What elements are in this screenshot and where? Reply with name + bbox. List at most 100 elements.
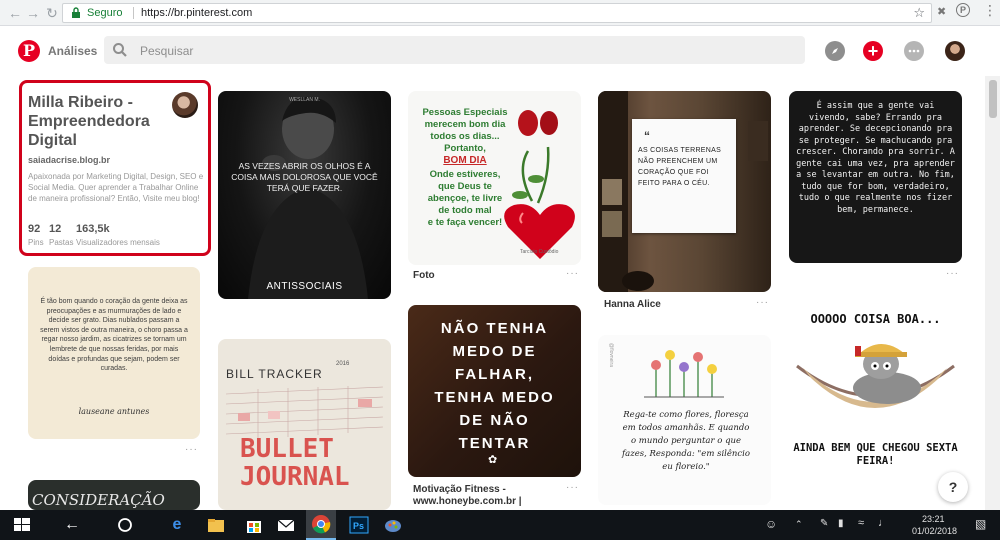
pin-caption[interactable]: Hanna Alice [604, 299, 661, 310]
paper-note: “ AS COISAS TERRENAS NÃO PREENCHEM UM CO… [632, 119, 736, 233]
notifications-icon[interactable]: ▧ [975, 517, 986, 531]
file-explorer-icon[interactable] [204, 514, 228, 536]
stat-boards-label: Pastas [49, 238, 74, 247]
edge-browser-icon[interactable]: e [165, 514, 189, 536]
pin-line: de todo mal [438, 205, 492, 216]
pin-flores[interactable]: @flovneira Rega-te como flores, floresça… [598, 335, 771, 505]
pin-line: Onde estiveres, [429, 169, 501, 180]
pin-line: merecem bom dia [424, 119, 506, 130]
page-scrollbar[interactable] [985, 76, 1000, 510]
profile-card[interactable]: Milla Ribeiro - Empreendedora Digital sa… [19, 80, 211, 256]
pin-line: DE NÃO [459, 412, 530, 429]
url-text[interactable]: https://br.pinterest.com [141, 7, 252, 19]
windows-start-icon[interactable] [10, 514, 34, 536]
pen-icon[interactable]: ✎ [820, 518, 828, 529]
forward-icon[interactable]: → [24, 4, 42, 22]
pin-text: Rega-te como flores, floresça em todos a… [622, 410, 750, 472]
pin-antissociais[interactable]: AS VEZES ABRIR OS OLHOS É A COISA MAIS D… [218, 91, 391, 299]
search-icon [113, 43, 127, 57]
pin-bottom-text: AINDA BEM QUE CHEGOU SEXTA FEIRA! [793, 442, 958, 467]
pinterest-extension-icon[interactable]: P [956, 3, 970, 17]
menu-icon[interactable]: ⋮ [983, 2, 997, 19]
pin-consideracao[interactable]: CONSIDERAÇÃO [28, 480, 200, 510]
pin-more-options-icon[interactable]: ··· [566, 482, 579, 493]
stat-viewers-value: 163,5k [76, 223, 110, 235]
pin-line: todos os dias... [430, 131, 500, 142]
pin-line: que Deus te [438, 181, 492, 192]
store-icon[interactable] [242, 514, 266, 536]
pin-rosas-bom-dia[interactable]: Pessoas Especiais merecem bom dia todos … [408, 91, 581, 265]
profile-name[interactable]: Milla Ribeiro - Empreendedora Digital [28, 93, 168, 150]
windows-taskbar: ← e Ps ☺ ⌃ ✎ ▮ ≈ ♩ 23:21 01/02/2018 ▧ [0, 510, 1000, 540]
chrome-taskbar-button[interactable] [306, 510, 336, 540]
messages-icon[interactable] [904, 41, 924, 61]
pin-line: FALHAR, [455, 366, 534, 383]
back-arrow-icon[interactable]: ← [60, 514, 84, 536]
svg-text:Ps: Ps [353, 521, 364, 531]
pin-text: É tão bom quando o coração da gente deix… [40, 298, 188, 373]
pin-text: CONSIDERAÇÃO [32, 491, 165, 509]
clock-date[interactable]: 01/02/2018 [912, 526, 957, 536]
help-button[interactable]: ? [938, 472, 968, 502]
pin-text: É assim que a gente vai vivendo, sabe? E… [796, 101, 955, 215]
pin-title: BILL TRACKER [226, 367, 323, 381]
pin-coisas-terrenas[interactable]: “ AS COISAS TERRENAS NÃO PREENCHEM UM CO… [598, 91, 771, 292]
extension-icon[interactable]: ✖ [937, 5, 946, 18]
pin-line: MEDO DE [452, 343, 537, 360]
pin-text: AS COISAS TERRENAS NÃO PREENCHEM UM CORA… [638, 147, 722, 187]
photoshop-icon[interactable]: Ps [347, 514, 371, 536]
volume-icon[interactable]: ♩ [878, 517, 889, 529]
browser-toolbar: ← → ↻ Seguro https://br.pinterest.com ☆ … [0, 0, 1000, 26]
add-pin-icon[interactable]: + [863, 41, 883, 61]
pin-text: AS VEZES ABRIR OS OLHOS É A COISA MAIS D… [231, 161, 378, 193]
scrollbar-thumb[interactable] [989, 80, 997, 118]
mail-icon[interactable] [274, 514, 298, 536]
explore-compass-icon[interactable] [825, 41, 845, 61]
stat-viewers-label: Visualizadores mensais [76, 238, 160, 247]
pin-bullet-journal[interactable]: BILL TRACKER 2016 BULLET JOURNAL [218, 339, 391, 510]
people-icon[interactable]: ☺ [765, 517, 777, 531]
pin-nao-tenha-medo[interactable]: NÃO TENHA MEDO DE FALHAR, TENHA MEDO DE … [408, 305, 581, 477]
lock-icon [72, 7, 80, 18]
pin-caption[interactable]: Motivação Fitness - www.honeybe.com.br | [413, 484, 563, 508]
pin-quote-coracao[interactable]: É tão bom quando o coração da gente deix… [28, 267, 200, 439]
paint-app-icon[interactable] [381, 514, 405, 536]
pin-more-options-icon[interactable]: ··· [946, 268, 959, 279]
pin-caption[interactable]: Foto [413, 270, 435, 281]
pin-more-options-icon[interactable]: ··· [185, 444, 198, 455]
pin-e-assim[interactable]: É assim que a gente vai vivendo, sabe? E… [789, 91, 962, 263]
chrome-icon [312, 515, 331, 534]
back-icon[interactable]: ← [6, 4, 24, 22]
pin-more-options-icon[interactable]: ··· [566, 268, 579, 279]
omnibox-divider [133, 7, 134, 19]
pin-line: abençoe, te livre [427, 193, 503, 204]
battery-icon[interactable]: ▮ [838, 518, 844, 529]
pin-coisa-boa[interactable]: OOOOO COISA BOA... AINDA BEM QUE CHEGOU … [789, 306, 962, 476]
address-bar[interactable]: Seguro https://br.pinterest.com ☆ [62, 3, 932, 23]
pin-top-text: OOOOO COISA BOA... [810, 312, 941, 326]
cortana-circle-icon[interactable] [113, 514, 137, 536]
analytics-link[interactable]: Análises [48, 44, 97, 58]
pin-line-highlight: BOM DIA [443, 155, 487, 166]
pin-line: Pessoas Especiais [422, 107, 508, 118]
profile-domain[interactable]: saiadacrise.blog.br [28, 155, 110, 165]
user-avatar[interactable] [945, 41, 965, 61]
profile-bio: Apaixonada por Marketing Digital, Design… [28, 172, 204, 203]
reload-icon[interactable]: ↻ [43, 4, 61, 22]
flower-icon: ✿ [488, 454, 498, 466]
pinterest-logo-icon[interactable]: P [18, 40, 40, 62]
bookmark-star-icon[interactable]: ☆ [913, 5, 925, 21]
pin-line: e te faça vencer! [427, 217, 503, 228]
tray-chevron-icon[interactable]: ⌃ [795, 519, 803, 530]
search-bar[interactable]: Pesquisar [104, 36, 805, 64]
pin-line: NÃO TENHA [440, 320, 549, 337]
pin-more-options-icon[interactable]: ··· [756, 297, 769, 308]
pin-big-title-2: JOURNAL [240, 462, 350, 492]
pin-side-handle: @flovneira [608, 343, 614, 367]
search-placeholder: Pesquisar [140, 44, 194, 58]
quote-mark-icon: “ [644, 129, 650, 143]
pin-credit: Tarcísio Custódio [520, 249, 559, 255]
profile-avatar[interactable] [172, 92, 198, 118]
wifi-icon[interactable]: ≈ [858, 517, 864, 529]
clock-time[interactable]: 23:21 [922, 514, 945, 524]
